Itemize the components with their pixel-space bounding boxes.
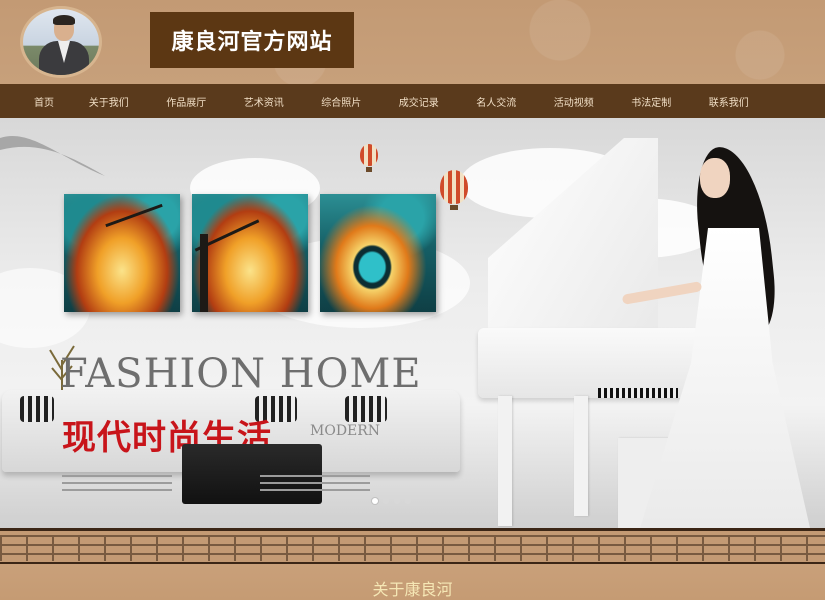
banner-caption-text bbox=[62, 470, 172, 510]
wall-painting-right bbox=[320, 194, 436, 312]
wall-painting-center bbox=[192, 194, 308, 312]
nav-item-exchange[interactable]: 名人交流 bbox=[458, 94, 536, 109]
nav-item-gallery[interactable]: 作品展厅 bbox=[148, 94, 226, 109]
painting-canvas bbox=[64, 194, 180, 312]
nav-item-contact[interactable]: 联系我们 bbox=[690, 94, 768, 109]
lattice-divider bbox=[0, 528, 825, 564]
cushion bbox=[345, 396, 387, 422]
woman-face bbox=[700, 158, 730, 198]
nav-item-photos[interactable]: 综合照片 bbox=[303, 94, 381, 109]
nav-item-videos[interactable]: 活动视频 bbox=[535, 94, 613, 109]
hot-air-balloon-icon bbox=[440, 170, 468, 210]
wall-painting-left bbox=[64, 194, 180, 312]
slider-dot[interactable] bbox=[405, 498, 411, 504]
avatar-hair bbox=[53, 15, 75, 25]
piano-leg bbox=[574, 396, 588, 516]
site-header: 康良河官方网站 bbox=[0, 0, 825, 84]
hot-air-balloon-icon bbox=[360, 144, 378, 172]
slider-dot[interactable] bbox=[372, 498, 378, 504]
slider-dots bbox=[372, 498, 411, 504]
lattice-pattern bbox=[0, 535, 825, 561]
nav-item-about[interactable]: 关于我们 bbox=[70, 94, 148, 109]
main-nav: 首页 关于我们 作品展厅 艺术资讯 综合照片 成交记录 名人交流 活动视频 书法… bbox=[0, 84, 825, 118]
piano-lid bbox=[488, 138, 658, 338]
banner-sub-label: MODERN bbox=[310, 423, 381, 439]
nav-item-home[interactable]: 首页 bbox=[18, 94, 70, 109]
about-section-title[interactable]: 关于康良河 bbox=[0, 576, 825, 600]
painting-canvas bbox=[320, 194, 436, 312]
hero-banner[interactable]: FASHION HOME 现代时尚生活 MODERN bbox=[0, 118, 825, 528]
painting-canvas bbox=[192, 194, 308, 312]
ink-brush-decoration bbox=[0, 136, 105, 176]
cushion bbox=[20, 396, 54, 422]
nav-item-sales[interactable]: 成交记录 bbox=[380, 94, 458, 109]
nav-item-calligraphy[interactable]: 书法定制 bbox=[613, 94, 691, 109]
slider-dot[interactable] bbox=[383, 498, 389, 504]
piano-keys bbox=[598, 388, 678, 398]
nav-item-news[interactable]: 艺术资讯 bbox=[225, 94, 303, 109]
site-title[interactable]: 康良河官方网站 bbox=[150, 12, 354, 68]
slider-dot[interactable] bbox=[394, 498, 400, 504]
piano-leg bbox=[498, 396, 512, 526]
banner-caption-text bbox=[260, 470, 370, 510]
avatar[interactable] bbox=[20, 6, 102, 78]
